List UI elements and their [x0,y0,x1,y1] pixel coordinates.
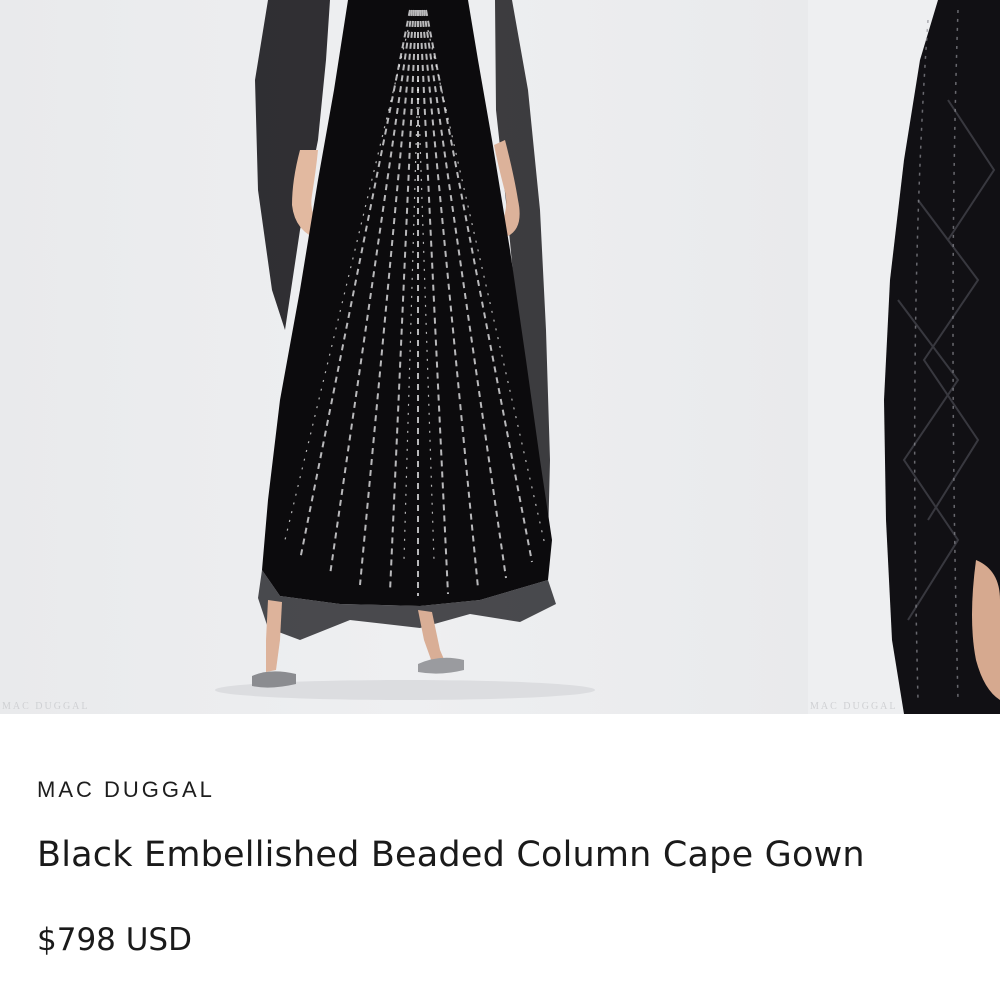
product-image-main[interactable]: MAC DUGGAL [0,0,808,714]
gown-detail-photo-icon [808,0,1000,714]
image-watermark: MAC DUGGAL [2,701,90,712]
product-image-gallery[interactable]: MAC DUGGAL MAC DUGGAL [0,0,1000,714]
gown-photo-icon [0,0,808,714]
product-page: MAC DUGGAL MAC DUGGAL MAC DUGGAL Black E… [0,0,1000,1000]
product-price: $798 USD [37,922,192,958]
product-image-next[interactable]: MAC DUGGAL [808,0,1000,714]
image-watermark: MAC DUGGAL [810,701,898,712]
product-title: Black Embellished Beaded Column Cape Gow… [37,835,865,875]
product-info: MAC DUGGAL Black Embellished Beaded Colu… [0,714,1000,1000]
brand-name[interactable]: MAC DUGGAL [37,777,215,803]
